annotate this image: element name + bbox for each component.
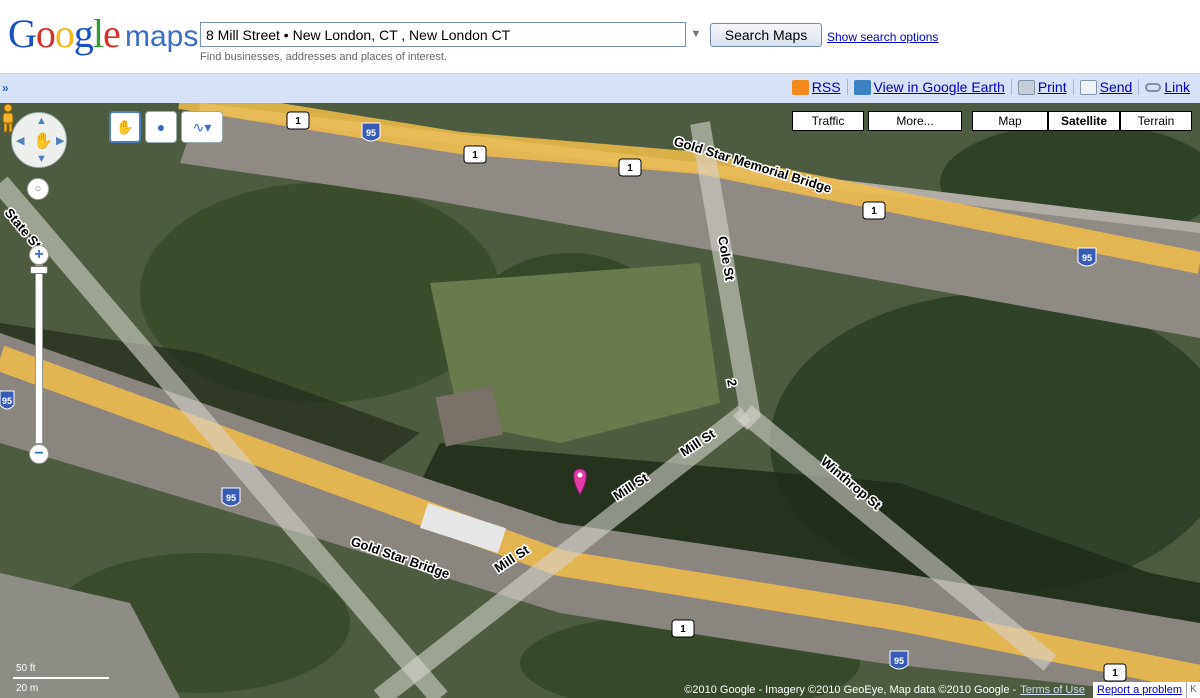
traffic-button[interactable]: Traffic	[792, 111, 864, 131]
rss-icon	[791, 79, 809, 95]
svg-text:1: 1	[871, 206, 877, 217]
show-search-options-link[interactable]: Show search options	[827, 30, 938, 44]
search-history-dropdown-icon[interactable]: ▼	[688, 24, 704, 44]
us-1-shield-icon: 1	[286, 111, 310, 130]
svg-text:1: 1	[627, 163, 633, 174]
scale-metric: 20 m	[16, 683, 39, 694]
toolbar: » RSS View in Google Earth Print Send Li…	[0, 73, 1200, 103]
map-type-map-button[interactable]: Map	[972, 111, 1048, 131]
drag-map-button[interactable]: ✋	[109, 111, 141, 143]
draw-line-button[interactable]: ∿▾	[181, 111, 223, 143]
google-earth-label: View in Google Earth	[873, 79, 1005, 95]
zoom-out-button[interactable]: −	[29, 444, 49, 464]
view-in-google-earth-link[interactable]: View in Google Earth	[853, 79, 1012, 95]
toolbar-links: RSS View in Google Earth Print Send Link	[791, 79, 1190, 95]
svg-text:95: 95	[894, 656, 904, 666]
print-icon	[1017, 79, 1035, 95]
street-view-pegman-icon[interactable]	[0, 103, 16, 133]
zoom-slider-track[interactable]	[35, 265, 43, 444]
zoom-in-button[interactable]: +	[29, 245, 49, 265]
i-95-shield-icon: 95	[361, 122, 381, 142]
attribution: ©2010 Google - Imagery ©2010 GeoEye, Map…	[684, 682, 1200, 698]
i-95-shield-icon: 95	[221, 487, 241, 507]
rss-link[interactable]: RSS	[791, 79, 848, 95]
pan-control[interactable]: ▲ ▼ ◀ ▶ ✋	[11, 112, 67, 168]
map-canvas[interactable]: Gold Star Memorial Bridge Gold Star Memo…	[0, 103, 1200, 698]
search-input[interactable]	[200, 22, 686, 47]
pan-right-icon[interactable]: ▶	[56, 134, 64, 147]
us-1-shield-icon: 1	[862, 201, 886, 220]
i-95-shield-icon: 95	[889, 650, 909, 670]
pan-up-icon[interactable]: ▲	[36, 115, 47, 127]
report-a-problem-link[interactable]: Report a problem	[1093, 682, 1186, 698]
scale-line	[13, 677, 109, 679]
more-button[interactable]: More...	[868, 111, 962, 131]
svg-text:95: 95	[1082, 253, 1092, 263]
maps-logo-text: maps	[125, 20, 199, 53]
search-hint: Find businesses, addresses and places of…	[200, 51, 448, 63]
us-1-shield-icon: 1	[463, 145, 487, 164]
overview-map-toggle[interactable]: K	[1186, 682, 1200, 698]
collapse-panel-button[interactable]: »	[2, 81, 16, 95]
line-icon: ∿▾	[192, 118, 212, 135]
us-1-shield-icon: 1	[618, 158, 642, 177]
map-tools: ✋ ● ∿▾	[109, 111, 223, 143]
us-1-shield-icon: 1	[1103, 663, 1127, 682]
svg-text:95: 95	[226, 493, 236, 503]
zoom-slider-handle[interactable]	[30, 266, 48, 274]
pan-down-icon[interactable]: ▼	[36, 153, 47, 165]
map-type-terrain-button[interactable]: Terrain	[1120, 111, 1192, 131]
hand-icon: ✋	[33, 133, 53, 150]
print-link[interactable]: Print	[1017, 79, 1074, 95]
add-placemark-button[interactable]: ●	[145, 111, 177, 143]
link-label: Link	[1164, 79, 1190, 95]
svg-text:1: 1	[472, 150, 478, 161]
google-logo[interactable]: Google	[8, 12, 121, 56]
svg-text:1: 1	[680, 624, 686, 635]
link-icon	[1145, 82, 1162, 92]
us-1-shield-icon: 1	[671, 619, 695, 638]
rss-label: RSS	[811, 79, 841, 95]
i-95-shield-icon: 95	[0, 390, 15, 410]
mail-icon	[1079, 79, 1097, 95]
svg-text:95: 95	[2, 396, 12, 406]
svg-text:1: 1	[1112, 668, 1118, 679]
placemark-icon: ●	[156, 119, 166, 135]
print-label: Print	[1037, 79, 1067, 95]
hand-icon: ✋	[116, 118, 134, 135]
svg-text:95: 95	[366, 128, 376, 138]
send-label: Send	[1099, 79, 1133, 95]
satellite-imagery: Gold Star Memorial Bridge Gold Star Memo…	[0, 103, 1200, 698]
search-maps-button[interactable]: Search Maps	[710, 23, 822, 47]
pan-left-icon[interactable]: ◀	[16, 134, 24, 147]
header: Google maps ▼ Search Maps Show search op…	[0, 0, 1200, 73]
copyright-text: ©2010 Google - Imagery ©2010 GeoEye, Map…	[684, 684, 1017, 696]
i-95-shield-icon: 95	[1077, 247, 1097, 267]
terms-of-use-link[interactable]: Terms of Use	[1020, 684, 1085, 696]
link-link[interactable]: Link	[1145, 79, 1190, 95]
send-link[interactable]: Send	[1079, 79, 1140, 95]
map-type-satellite-button[interactable]: Satellite	[1048, 111, 1120, 131]
map-type-bar: Map Satellite Terrain	[972, 111, 1192, 131]
scale-bar: 50 ft 20 m	[8, 661, 110, 695]
traffic-more-bar: Traffic More...	[792, 111, 962, 131]
svg-text:1: 1	[295, 116, 301, 127]
google-earth-icon	[853, 79, 871, 95]
scale-imperial: 50 ft	[16, 663, 36, 674]
return-to-center-button[interactable]: ○	[27, 178, 49, 200]
